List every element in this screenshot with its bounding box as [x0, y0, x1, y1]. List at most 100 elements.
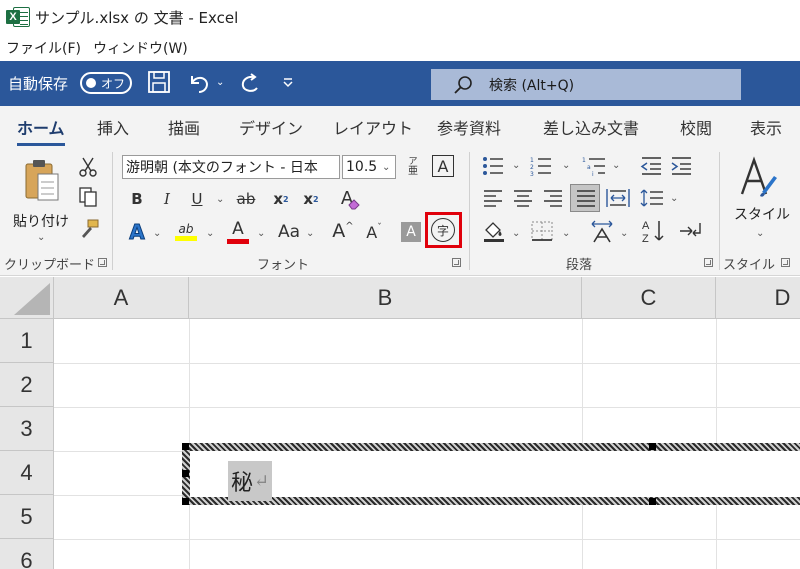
change-case-button[interactable]: Aa: [274, 220, 304, 244]
resize-handle-top-middle[interactable]: [649, 443, 656, 450]
font-size-combo[interactable]: 10.5 ⌄: [342, 155, 396, 179]
font-launcher-icon[interactable]: [452, 258, 461, 267]
save-icon[interactable]: [147, 70, 171, 94]
shrink-font-glyph: A: [366, 222, 378, 242]
paste-label: 貼り付け: [13, 214, 69, 230]
menu-file[interactable]: ファイル(F): [6, 38, 81, 58]
tab-home[interactable]: ホーム: [17, 115, 65, 146]
format-painter-icon[interactable]: [78, 218, 100, 240]
row-header-5[interactable]: 5: [0, 495, 54, 539]
shrink-font-button[interactable]: Aˇ: [362, 220, 386, 244]
tab-mailings[interactable]: 差し込み文書: [543, 115, 639, 139]
paragraph-shading-icon[interactable]: [482, 220, 506, 242]
resize-handle-middle-left[interactable]: [182, 470, 189, 477]
character-shading-button[interactable]: A: [401, 222, 421, 242]
resize-handle-bottom-middle[interactable]: [649, 498, 656, 505]
select-all-corner[interactable]: [0, 277, 54, 319]
highlight-button[interactable]: ab: [172, 216, 200, 246]
cut-icon[interactable]: [78, 156, 98, 178]
align-left-icon[interactable]: [482, 188, 504, 208]
line-spacing-icon[interactable]: [640, 188, 664, 208]
font-name-combo[interactable]: 游明朝 (本文のフォント - 日本: [122, 155, 340, 179]
text-box-body[interactable]: 秘 ↵: [190, 451, 800, 501]
customize-toolbar-icon[interactable]: [282, 77, 294, 89]
asian-layout-icon[interactable]: [588, 218, 616, 244]
subscript-mark: 2: [283, 194, 289, 204]
svg-text:a: a: [587, 164, 591, 171]
svg-text:1: 1: [530, 157, 534, 164]
undo-dropdown-icon[interactable]: ⌄: [216, 77, 224, 88]
resize-handle-top-left[interactable]: [182, 443, 189, 450]
distributed-icon[interactable]: [606, 188, 630, 208]
highlight-glyph: ab: [178, 221, 194, 236]
tab-view[interactable]: 表示: [750, 115, 782, 139]
align-center-icon[interactable]: [512, 188, 534, 208]
font-color-button[interactable]: A: [224, 216, 252, 246]
title-bar: X サンプル.xlsx の 文書 - Excel: [0, 0, 800, 34]
multilevel-list-icon[interactable]: 1ai: [582, 156, 606, 176]
ribbon-tabs: ホーム 挿入 描画 デザイン レイアウト 参考資料 差し込み文書 校閲 表示: [0, 106, 800, 146]
underline-button[interactable]: U: [186, 186, 208, 212]
row-header-1[interactable]: 1: [0, 319, 54, 363]
column-header-d[interactable]: D: [716, 277, 800, 319]
styles-launcher-icon[interactable]: [781, 258, 790, 267]
show-hide-marks-icon[interactable]: [678, 220, 704, 242]
text-box[interactable]: 秘 ↵: [182, 443, 800, 505]
paste-button[interactable]: 貼り付け ⌄: [10, 156, 72, 246]
redo-icon[interactable]: [237, 70, 263, 96]
column-header-c[interactable]: C: [582, 277, 716, 319]
font-color-glyph: A: [232, 218, 244, 239]
clear-formatting-button[interactable]: A: [334, 184, 360, 212]
borders-icon[interactable]: [530, 220, 554, 242]
text-effects-button[interactable]: A: [124, 218, 150, 246]
resize-handle-bottom-left[interactable]: [182, 498, 189, 505]
selected-character: 秘: [231, 471, 254, 496]
underline-dropdown-icon[interactable]: ⌄: [216, 194, 224, 205]
bullets-icon[interactable]: [482, 156, 504, 176]
text-box-content[interactable]: 秘 ↵: [228, 461, 273, 501]
menu-window[interactable]: ウィンドウ(W): [93, 38, 188, 58]
increase-indent-icon[interactable]: [670, 156, 692, 176]
row-header-4[interactable]: 4: [0, 451, 54, 495]
row-header-3[interactable]: 3: [0, 407, 54, 451]
row-header-2[interactable]: 2: [0, 363, 54, 407]
superscript-button[interactable]: x2: [300, 186, 322, 212]
tab-layout[interactable]: レイアウト: [333, 115, 413, 139]
autosave-toggle[interactable]: オフ: [80, 72, 132, 94]
sort-icon[interactable]: AZ: [640, 218, 666, 244]
italic-button[interactable]: I: [156, 186, 178, 212]
paragraph-launcher-icon[interactable]: [704, 258, 713, 267]
font-color-dropdown-icon[interactable]: ⌄: [257, 228, 265, 239]
text-effects-dropdown-icon[interactable]: ⌄: [153, 228, 161, 239]
undo-icon[interactable]: [186, 70, 212, 96]
copy-icon[interactable]: [78, 186, 98, 208]
spreadsheet-grid: A B C D 1 2 3 4 5 6 秘 ↵: [0, 277, 800, 569]
column-header-b[interactable]: B: [189, 277, 582, 319]
styles-button[interactable]: スタイル ⌄: [728, 154, 790, 248]
tab-insert[interactable]: 挿入: [97, 115, 129, 139]
subscript-button[interactable]: x2: [270, 186, 292, 212]
search-label: 検索 (Alt+Q): [489, 77, 575, 94]
clipboard-launcher-icon[interactable]: [98, 258, 107, 267]
justify-button[interactable]: [570, 184, 600, 212]
character-border-button[interactable]: A: [432, 155, 454, 177]
search-box[interactable]: 検索 (Alt+Q): [431, 69, 741, 100]
column-header-a[interactable]: A: [54, 277, 189, 319]
highlight-dropdown-icon[interactable]: ⌄: [206, 228, 214, 239]
styles-group-label: スタイル: [723, 258, 776, 273]
tab-draw[interactable]: 描画: [168, 115, 200, 139]
tab-design[interactable]: デザイン: [239, 115, 303, 139]
tab-review[interactable]: 校閲: [680, 115, 712, 139]
tab-references[interactable]: 参考資料: [437, 115, 501, 139]
numbering-icon[interactable]: 123: [530, 156, 552, 176]
align-right-icon[interactable]: [542, 188, 564, 208]
phonetic-guide-button[interactable]: ア 亜: [404, 152, 422, 182]
strikethrough-button[interactable]: ab: [232, 186, 260, 212]
search-icon: [454, 75, 472, 94]
bold-button[interactable]: B: [126, 186, 148, 212]
row-header-6[interactable]: 6: [0, 539, 54, 569]
change-case-dropdown-icon[interactable]: ⌄: [306, 228, 314, 239]
grow-font-button[interactable]: A ^: [330, 218, 356, 244]
decrease-indent-icon[interactable]: [640, 156, 662, 176]
paste-dropdown-icon[interactable]: ⌄: [37, 232, 45, 243]
